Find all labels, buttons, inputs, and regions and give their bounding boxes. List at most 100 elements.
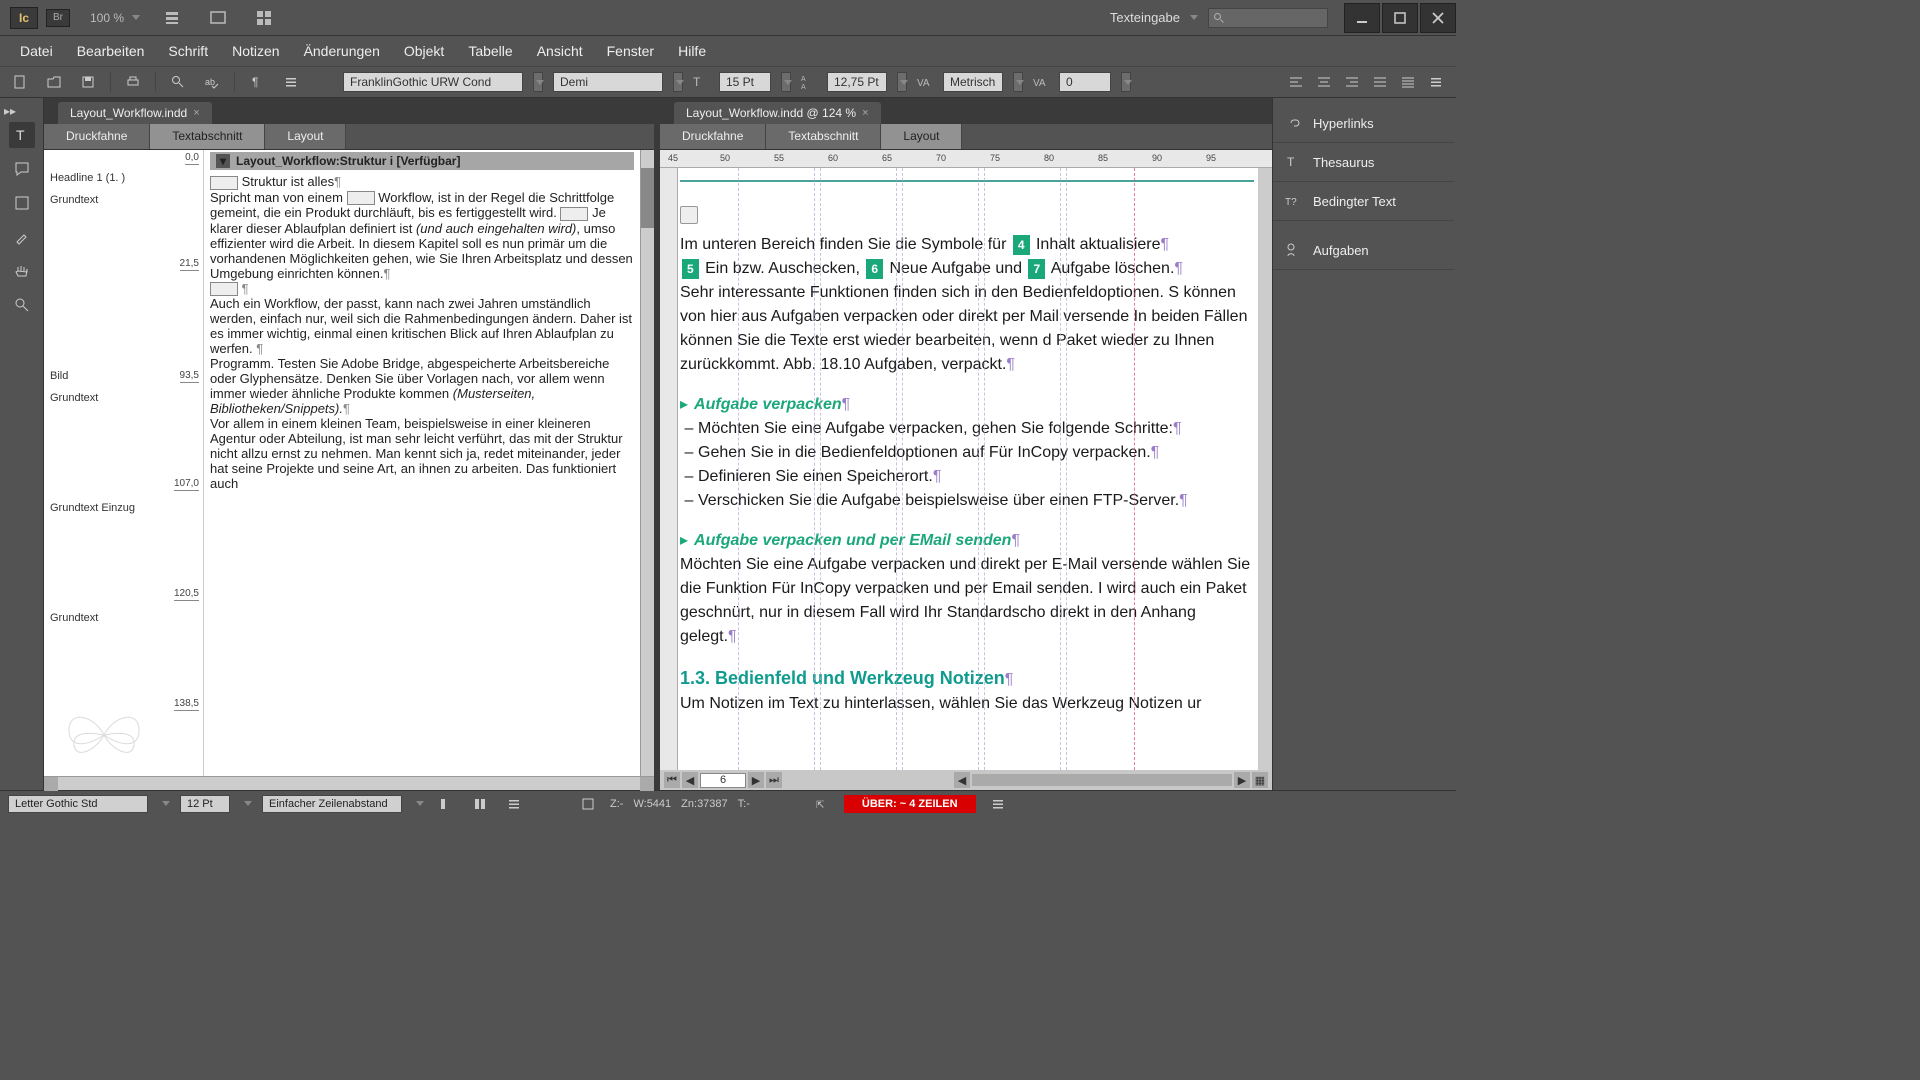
view-options-icon[interactable] — [158, 6, 186, 30]
body-text[interactable]: Im unteren Bereich finden Sie die Symbol… — [680, 233, 1254, 377]
leading-select[interactable]: 12,75 Pt — [827, 72, 887, 92]
font-family-arrow[interactable] — [533, 72, 543, 92]
arrange-icon[interactable] — [250, 6, 278, 30]
story-editor[interactable]: ▾Layout_Workflow:Struktur i [Verfügbar] … — [204, 150, 640, 776]
control-menu-icon[interactable] — [1424, 72, 1448, 92]
zoom-tool[interactable] — [9, 292, 35, 318]
sb-font-select[interactable]: Letter Gothic Std — [8, 795, 148, 813]
menu-schrift[interactable]: Schrift — [156, 37, 220, 65]
font-family-select[interactable]: FranklinGothic URW Cond — [343, 72, 523, 92]
open-icon[interactable] — [42, 72, 66, 92]
align-justify-all-icon[interactable] — [1396, 72, 1420, 92]
new-icon[interactable] — [8, 72, 32, 92]
align-left-icon[interactable] — [1284, 72, 1308, 92]
doc-tab-left[interactable]: Layout_Workflow.indd× — [58, 102, 212, 124]
view-tab-textabschnitt[interactable]: Textabschnitt — [150, 124, 265, 149]
menu-aenderungen[interactable]: Änderungen — [292, 37, 392, 65]
menu-objekt[interactable]: Objekt — [392, 37, 456, 65]
kerning-select[interactable]: Metrisch — [943, 72, 1003, 92]
panel-menu-icon[interactable] — [279, 72, 303, 92]
menu-fenster[interactable]: Fenster — [595, 37, 666, 65]
menu-datei[interactable]: Datei — [8, 37, 65, 65]
align-justify-icon[interactable] — [1368, 72, 1392, 92]
sb-size-select[interactable]: 12 Pt — [180, 795, 230, 813]
scrollbar-horizontal[interactable] — [44, 776, 654, 790]
menu-ansicht[interactable]: Ansicht — [525, 37, 595, 65]
font-style-arrow[interactable] — [673, 72, 683, 92]
hand-tool[interactable] — [9, 258, 35, 284]
size-arrow[interactable] — [781, 72, 791, 92]
doc-tab-right[interactable]: Layout_Workflow.indd @ 124 %× — [674, 102, 881, 124]
scrollbar-vertical[interactable] — [640, 150, 654, 776]
menu-hilfe[interactable]: Hilfe — [666, 37, 718, 65]
print-icon[interactable] — [121, 72, 145, 92]
menu-notizen[interactable]: Notizen — [220, 37, 291, 65]
toolbox-expand-icon[interactable]: ▸▸ — [4, 104, 14, 114]
first-page-icon[interactable]: ⏮ — [664, 772, 680, 788]
kerning-arrow[interactable] — [1013, 72, 1023, 92]
page-number-field[interactable]: 6 — [700, 773, 746, 788]
menu-tabelle[interactable]: Tabelle — [456, 37, 524, 65]
scroll-left-icon[interactable] — [44, 777, 58, 791]
zoom-control[interactable]: 100 % — [90, 11, 140, 25]
view-tab-textabschnitt-r[interactable]: Textabschnitt — [766, 124, 881, 149]
story-header[interactable]: ▾Layout_Workflow:Struktur i [Verfügbar] — [210, 152, 634, 170]
sb-col1-icon[interactable] — [434, 794, 458, 814]
leading-arrow[interactable] — [897, 72, 907, 92]
bridge-badge[interactable]: Br — [46, 9, 70, 27]
last-page-icon[interactable]: ⏭ — [766, 772, 782, 788]
panel-thesaurus[interactable]: TThesaurus — [1273, 143, 1454, 182]
panel-hyperlinks[interactable]: Hyperlinks — [1273, 104, 1454, 143]
search-field[interactable] — [1208, 8, 1328, 28]
scroll-left-icon[interactable]: ◀ — [954, 772, 970, 788]
close-button[interactable] — [1420, 3, 1456, 33]
sb-menu-icon[interactable] — [502, 794, 526, 814]
panel-aufgaben[interactable]: Aufgaben — [1273, 231, 1454, 270]
type-tool[interactable]: T — [9, 122, 35, 148]
sb-menu2-icon[interactable] — [986, 794, 1010, 814]
align-center-icon[interactable] — [1312, 72, 1336, 92]
page-canvas[interactable]: Im unteren Bereich finden Sie die Symbol… — [678, 168, 1258, 770]
close-icon[interactable]: × — [862, 107, 868, 119]
view-tab-druckfahne[interactable]: Druckfahne — [44, 124, 150, 149]
sb-spacing-select[interactable]: Einfacher Zeilenabstand — [262, 795, 402, 813]
assignments-icon — [1285, 241, 1303, 259]
scroll-right-icon[interactable]: ▶ — [1234, 772, 1250, 788]
workspace-switcher[interactable]: Texteingabe — [1110, 10, 1198, 25]
sb-info-icon[interactable] — [576, 794, 600, 814]
screen-mode-icon[interactable] — [204, 6, 232, 30]
callout-badge: 4 — [1013, 235, 1030, 255]
tracking-select[interactable]: 0 — [1059, 72, 1111, 92]
svg-text:VA: VA — [1033, 78, 1046, 89]
disclosure-icon[interactable]: ▾ — [216, 154, 230, 168]
view-tab-layout-r[interactable]: Layout — [881, 124, 962, 149]
prev-page-icon[interactable]: ◀ — [682, 772, 698, 788]
scrollbar-vertical[interactable] — [1258, 168, 1272, 770]
next-page-icon[interactable]: ▶ — [748, 772, 764, 788]
maximize-button[interactable] — [1382, 3, 1418, 33]
align-right-icon[interactable] — [1340, 72, 1364, 92]
note-tool[interactable] — [9, 156, 35, 182]
find-icon[interactable] — [166, 72, 190, 92]
scroll-thumb[interactable] — [641, 168, 654, 228]
position-tool[interactable] — [9, 190, 35, 216]
view-tab-druckfahne-r[interactable]: Druckfahne — [660, 124, 766, 149]
triangle-icon: ▸ — [680, 396, 688, 413]
split-view-icon[interactable]: ▦ — [1252, 772, 1268, 788]
view-tab-layout[interactable]: Layout — [265, 124, 346, 149]
scroll-right-icon[interactable] — [640, 777, 654, 791]
spellcheck-icon[interactable]: ab — [200, 72, 224, 92]
sb-copyfit-icon[interactable]: ⇱ — [810, 794, 834, 814]
close-icon[interactable]: × — [193, 107, 199, 119]
menu-bearbeiten[interactable]: Bearbeiten — [65, 37, 157, 65]
font-style-select[interactable]: Demi — [553, 72, 663, 92]
save-icon[interactable] — [76, 72, 100, 92]
minimize-button[interactable] — [1344, 3, 1380, 33]
hidden-chars-icon[interactable]: ¶ — [245, 72, 269, 92]
panel-conditional-text[interactable]: T?Bedingter Text — [1273, 182, 1454, 221]
font-size-select[interactable]: 15 Pt — [719, 72, 771, 92]
tracking-arrow[interactable] — [1121, 72, 1131, 92]
sb-col2-icon[interactable] — [468, 794, 492, 814]
eyedropper-tool[interactable] — [9, 224, 35, 250]
svg-text:VA: VA — [917, 78, 930, 89]
